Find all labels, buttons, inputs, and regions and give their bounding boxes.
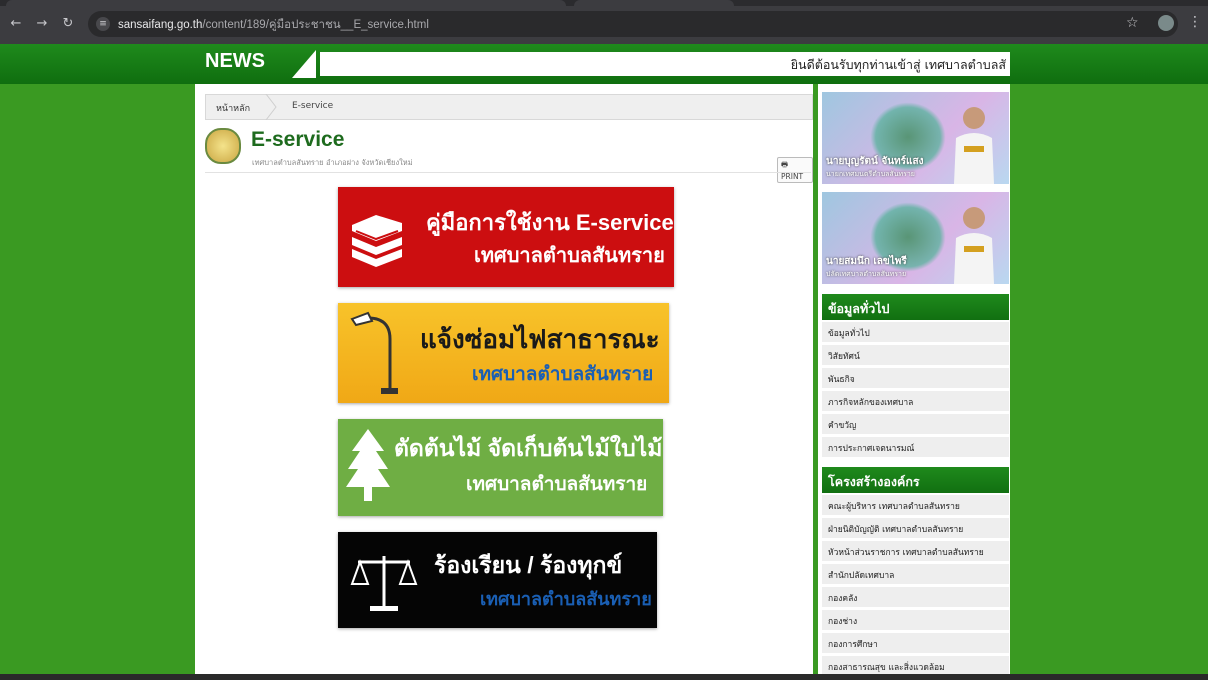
breadcrumb-home-link[interactable]: หน้าหลัก xyxy=(216,101,250,115)
reload-icon[interactable]: ↻ xyxy=(60,16,76,31)
print-button[interactable]: 🖶 PRINT xyxy=(777,157,813,183)
sidebar-item[interactable]: กองคลัง xyxy=(822,587,1009,608)
breadcrumb: หน้าหลัก E-service xyxy=(205,94,813,120)
section-header-general-info: ข้อมูลทั่วไป xyxy=(822,294,1009,320)
tab-strip xyxy=(0,0,1208,6)
address-bar[interactable]: ≡ sansaifang.go.th/content/189/คู่มือประ… xyxy=(88,11,1178,37)
browser-toolbar: ← → ↻ ≡ sansaifang.go.th/content/189/คู่… xyxy=(0,0,1208,44)
section-title: ข้อมูลทั่วไป xyxy=(828,301,890,316)
extension-icon[interactable] xyxy=(1158,15,1174,31)
mayor-profile-card[interactable]: นายบุญรัตน์ จันทร์แสง นายกเทศมนตรีตำบลสั… xyxy=(822,92,1009,184)
divider xyxy=(205,172,811,173)
news-divider xyxy=(292,50,316,78)
banner-title: ร้องเรียน / ร้องทุกข์ xyxy=(434,552,623,578)
site-settings-icon[interactable]: ≡ xyxy=(96,17,110,31)
url-path: /content/189/คู่มือประชาชน__E_service.ht… xyxy=(202,19,429,31)
sidebar-item[interactable]: ข้อมูลทั่วไป xyxy=(822,322,1009,343)
scales-of-justice-icon xyxy=(350,556,418,611)
sidebar-item-label: ฝ่ายนิติบัญญัติ เทศบาลตำบลสันทราย xyxy=(828,525,964,535)
banner-subtitle: เทศบาลตำบลสันทราย xyxy=(466,474,648,495)
sidebar: นายบุญรัตน์ จันทร์แสง นายกเทศมนตรีตำบลสั… xyxy=(818,84,1010,680)
back-icon[interactable]: ← xyxy=(8,16,24,31)
browser-tab[interactable] xyxy=(6,0,566,6)
books-icon xyxy=(352,215,402,267)
clerk-profile-card[interactable]: นายสมนึก เลขไพรี ปลัดเทศบาลตำบลสันทราย xyxy=(822,192,1009,284)
tree-cutting-banner[interactable]: ตัดต้นไม้ จัดเก็บต้นไม้ใบไม้ เทศบาลตำบลส… xyxy=(338,419,663,516)
news-ticker-text: ยินดีต้อนรับทุกท่านเข้าสู่ เทศบาลตำบลสั xyxy=(790,57,1006,72)
complaint-banner[interactable]: ร้องเรียน / ร้องทุกข์ เทศบาลตำบลสันทราย xyxy=(338,532,657,628)
sidebar-item[interactable]: สำนักปลัดเทศบาล xyxy=(822,564,1009,585)
main-content: หน้าหลัก E-service E-service เทศบาลตำบลส… xyxy=(195,84,813,680)
streetlight-repair-banner[interactable]: แจ้งซ่อมไฟสาธารณะ เทศบาลตำบลสันทราย xyxy=(338,303,669,403)
sidebar-item[interactable]: หัวหน้าส่วนราชการ เทศบาลตำบลสันทราย xyxy=(822,541,1009,562)
sidebar-item[interactable]: พันธกิจ xyxy=(822,368,1009,389)
sidebar-item-label: พันธกิจ xyxy=(828,375,855,385)
sidebar-item[interactable]: ฝ่ายนิติบัญญัติ เทศบาลตำบลสันทราย xyxy=(822,518,1009,539)
section-title: โครงสร้างองค์กร xyxy=(828,474,920,489)
sidebar-item[interactable]: คณะผู้บริหาร เทศบาลตำบลสันทราย xyxy=(822,495,1009,516)
page-subtitle: เทศบาลตำบลสันทราย อำเภอฝาง จังหวัดเชียงใ… xyxy=(252,158,413,167)
street-lamp-icon xyxy=(350,311,398,394)
banner-title: แจ้งซ่อมไฟสาธารณะ xyxy=(420,324,660,354)
profile-name: นายสมนึก เลขไพรี xyxy=(826,256,907,267)
sidebar-item-label: วิสัยทัศน์ xyxy=(828,352,860,362)
sidebar-item-label: ภารกิจหลักของเทศบาล xyxy=(828,398,914,408)
browser-tab[interactable] xyxy=(574,0,734,6)
sidebar-item-label: คณะผู้บริหาร เทศบาลตำบลสันทราย xyxy=(828,502,960,512)
sidebar-item-label: กองคลัง xyxy=(828,594,858,604)
banner-subtitle: เทศบาลตำบลสันทราย xyxy=(480,589,652,609)
profile-name: นายบุญรัตน์ จันทร์แสง xyxy=(826,156,924,167)
sidebar-item[interactable]: กองช่าง xyxy=(822,610,1009,631)
sidebar-item[interactable]: ภารกิจหลักของเทศบาล xyxy=(822,391,1009,412)
banner-title: คู่มือการใช้งาน E-service xyxy=(426,210,674,235)
banner-subtitle: เทศบาลตำบลสันทราย xyxy=(474,245,665,267)
kebab-menu-icon[interactable]: ⋮ xyxy=(1188,14,1202,30)
clerk-portrait xyxy=(954,207,994,284)
sidebar-item-label: กองช่าง xyxy=(828,617,858,627)
sidebar-item-label: สำนักปลัดเทศบาล xyxy=(828,571,895,581)
banner-subtitle: เทศบาลตำบลสันทราย xyxy=(472,364,654,385)
print-label: PRINT xyxy=(781,172,804,181)
profile-role: ปลัดเทศบาลตำบลสันทราย xyxy=(826,270,907,278)
banner-title: ตัดต้นไม้ จัดเก็บต้นไม้ใบไม้ xyxy=(394,435,663,461)
sidebar-item[interactable]: วิสัยทัศน์ xyxy=(822,345,1009,366)
bookmark-star-icon[interactable]: ☆ xyxy=(1126,15,1139,31)
eservice-manual-banner[interactable]: คู่มือการใช้งาน E-service เทศบาลตำบลสันท… xyxy=(338,187,674,287)
printer-icon: 🖶 xyxy=(781,160,789,169)
sidebar-item-label: คำขวัญ xyxy=(828,421,857,431)
url-text[interactable]: sansaifang.go.th/content/189/คู่มือประชา… xyxy=(118,16,429,34)
sidebar-item-label: หัวหน้าส่วนราชการ เทศบาลตำบลสันทราย xyxy=(828,548,984,558)
section-header-organization: โครงสร้างองค์กร xyxy=(822,467,1009,493)
sidebar-item[interactable]: คำขวัญ xyxy=(822,414,1009,435)
sidebar-item[interactable]: การประกาศเจตนารมณ์ xyxy=(822,437,1009,458)
news-bar: NEWS ยินดีต้อนรับทุกท่านเข้าสู่ เทศบาลตำ… xyxy=(0,44,1208,84)
profile-role: นายกเทศมนตรีตำบลสันทราย xyxy=(826,170,915,178)
sidebar-item[interactable]: กองการศึกษา xyxy=(822,633,1009,654)
municipality-logo xyxy=(205,128,241,164)
breadcrumb-current: E-service xyxy=(292,101,334,111)
news-label: NEWS xyxy=(205,50,265,72)
mayor-portrait xyxy=(954,107,994,184)
tree-icon xyxy=(346,429,390,501)
forward-icon[interactable]: → xyxy=(34,16,50,31)
news-ticker[interactable]: ยินดีต้อนรับทุกท่านเข้าสู่ เทศบาลตำบลสั xyxy=(320,52,1010,76)
breadcrumb-chevron-icon xyxy=(265,94,277,120)
sidebar-item-label: ข้อมูลทั่วไป xyxy=(828,329,870,339)
page-bottom-strip xyxy=(0,674,1208,680)
url-domain: sansaifang.go.th xyxy=(118,19,203,31)
sidebar-item-label: กองสาธารณสุข และสิ่งแวดล้อม xyxy=(828,663,945,673)
sidebar-item-label: กองการศึกษา xyxy=(828,640,878,650)
page-title: E-service xyxy=(251,128,345,151)
sidebar-item-label: การประกาศเจตนารมณ์ xyxy=(828,444,915,454)
